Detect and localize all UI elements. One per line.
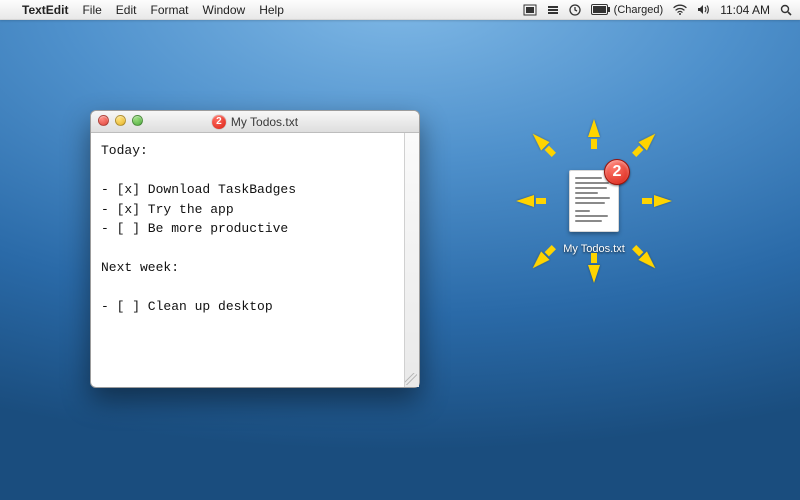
- menu-extra-list-icon[interactable]: [547, 4, 559, 16]
- spotlight-icon[interactable]: [780, 4, 792, 16]
- menubar-clock[interactable]: 11:04 AM: [720, 3, 770, 17]
- zoom-button[interactable]: [132, 115, 143, 126]
- menu-extra-icon[interactable]: [523, 4, 537, 16]
- desktop[interactable]: TextEdit File Edit Format Window Help (C…: [0, 0, 800, 500]
- menu-format[interactable]: Format: [150, 3, 188, 17]
- menu-edit[interactable]: Edit: [116, 3, 137, 17]
- battery-text: (Charged): [614, 4, 664, 16]
- textedit-window[interactable]: 2 My Todos.txt Today: - [x] Download Tas…: [90, 110, 420, 388]
- app-menu[interactable]: TextEdit: [22, 3, 68, 17]
- resize-handle[interactable]: [405, 373, 417, 385]
- title-badge-icon: 2: [212, 115, 226, 129]
- menu-window[interactable]: Window: [203, 3, 246, 17]
- doc-line: - [x] Download TaskBadges: [101, 182, 296, 197]
- desktop-file[interactable]: 2 My Todos.txt: [546, 170, 642, 255]
- volume-icon[interactable]: [697, 4, 710, 15]
- doc-line: - [ ] Clean up desktop: [101, 299, 273, 314]
- file-badge-icon: 2: [604, 159, 630, 185]
- menu-file[interactable]: File: [82, 3, 101, 17]
- menu-help[interactable]: Help: [259, 3, 284, 17]
- minimize-button[interactable]: [115, 115, 126, 126]
- doc-line: Today:: [101, 143, 148, 158]
- menubar: TextEdit File Edit Format Window Help (C…: [0, 0, 800, 20]
- window-titlebar[interactable]: 2 My Todos.txt: [91, 111, 419, 133]
- close-button[interactable]: [98, 115, 109, 126]
- document-text-area[interactable]: Today: - [x] Download TaskBadges - [x] T…: [91, 133, 419, 387]
- doc-line: Next week:: [101, 260, 179, 275]
- doc-line: - [x] Try the app: [101, 202, 234, 217]
- battery-status[interactable]: (Charged): [591, 4, 664, 16]
- window-title: My Todos.txt: [231, 115, 298, 129]
- doc-line: - [ ] Be more productive: [101, 221, 288, 236]
- wifi-icon[interactable]: [673, 4, 687, 15]
- desktop-file-label: My Todos.txt: [546, 243, 642, 255]
- time-machine-icon[interactable]: [569, 4, 581, 16]
